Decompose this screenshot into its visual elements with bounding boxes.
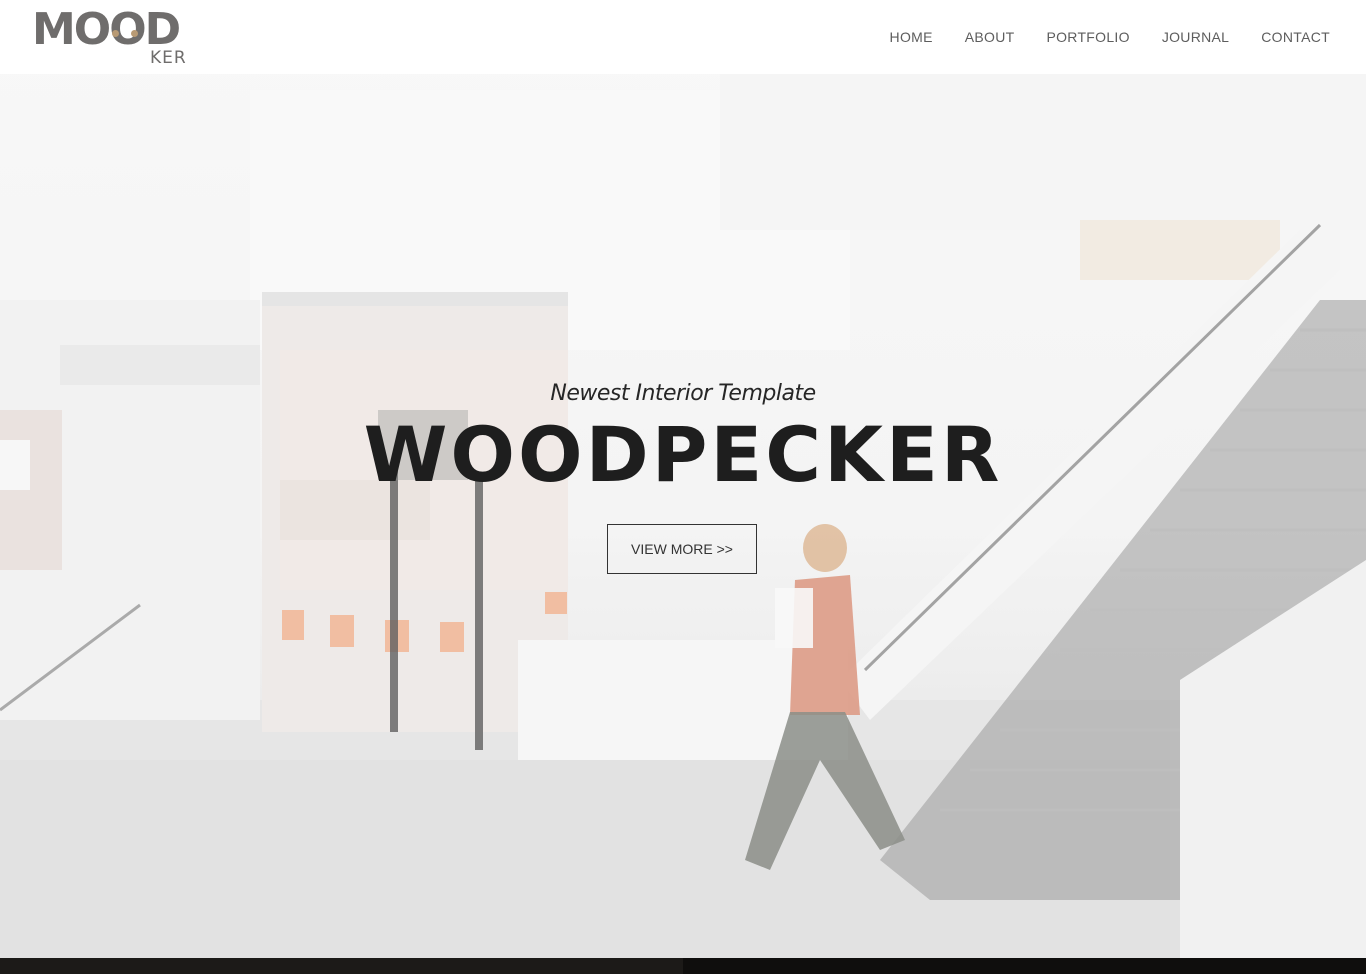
nav-journal[interactable]: JOURNAL [1162, 28, 1229, 46]
hero-text: Newest Interior Template WOODPECKER [0, 378, 1366, 500]
logo-sub-text: KER [150, 48, 187, 68]
view-more-button[interactable]: VIEW MORE >> [607, 524, 757, 574]
logo-main-text: MOOD [32, 4, 181, 55]
logo-eye-dot-left [112, 30, 119, 37]
bottom-strip [0, 958, 1366, 974]
nav-portfolio[interactable]: PORTFOLIO [1046, 28, 1129, 46]
bottom-strip-right [683, 958, 1366, 974]
main-nav: HOME ABOUT PORTFOLIO JOURNAL CONTACT [890, 28, 1330, 46]
nav-about[interactable]: ABOUT [965, 28, 1015, 46]
nav-contact[interactable]: CONTACT [1261, 28, 1330, 46]
hero-title: WOODPECKER [363, 410, 1003, 499]
page: MOOD KER HOME ABOUT PORTFOLIO JOURNAL CO… [0, 0, 1366, 974]
logo-eye-dot-right [131, 30, 138, 37]
logo[interactable]: MOOD KER [32, 4, 202, 69]
hero-tagline: Newest Interior Template [550, 381, 816, 406]
nav-home[interactable]: HOME [890, 28, 933, 46]
site-header: MOOD KER HOME ABOUT PORTFOLIO JOURNAL CO… [0, 0, 1366, 74]
